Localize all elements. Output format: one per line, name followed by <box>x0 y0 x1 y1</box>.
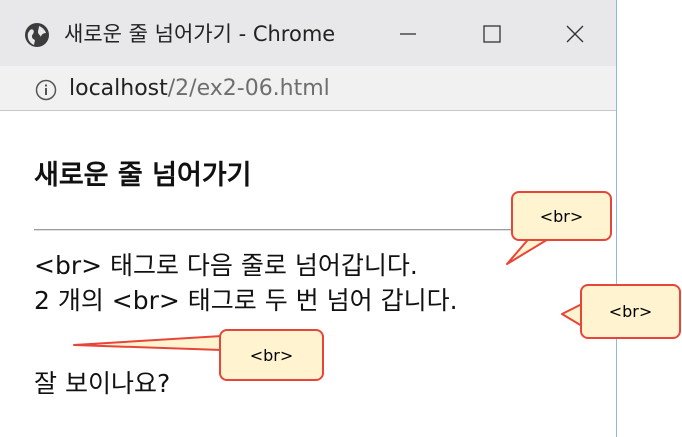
url-host: localhost <box>69 76 168 101</box>
close-button[interactable] <box>547 14 603 54</box>
horizontal-rule <box>34 229 586 231</box>
br-callout-3: <br> <box>219 329 324 381</box>
maximize-button[interactable] <box>464 14 520 54</box>
text-line-2: 2 개의 <br> 태그로 두 번 넘어 갑니다. <box>34 286 458 315</box>
minimize-button[interactable] <box>380 14 436 54</box>
minimize-icon <box>400 33 416 35</box>
text-line-1: <br> 태그로 다음 줄로 넘어갑니다. <box>34 251 418 280</box>
close-icon <box>566 25 584 43</box>
info-icon[interactable] <box>35 79 57 101</box>
url-text[interactable]: localhost/2/ex2-06.html <box>69 74 330 104</box>
br-callout-2: <br> <box>580 284 681 339</box>
window-title: 새로운 줄 넘어가기 - Chrome <box>64 22 336 46</box>
chrome-globe-icon <box>25 23 49 47</box>
page-heading: 새로운 줄 넘어가기 <box>34 160 252 191</box>
br-callout-1: <br> <box>511 191 612 241</box>
maximize-icon <box>483 25 501 43</box>
title-bar[interactable]: 새로운 줄 넘어가기 - Chrome <box>0 0 616 66</box>
url-path: /2/ex2-06.html <box>167 76 330 101</box>
text-line-3: 잘 보이나요? <box>34 369 171 398</box>
page-content: 새로운 줄 넘어가기 <br> 태그로 다음 줄로 넘어갑니다. 2 개의 <b… <box>0 111 616 437</box>
